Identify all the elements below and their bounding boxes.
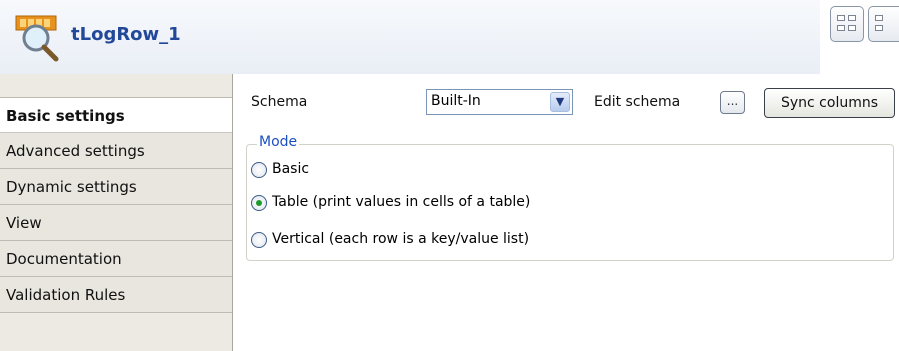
settings-sidebar: Basic settings Advanced settings Dynamic…	[0, 74, 233, 351]
radio-table[interactable]	[251, 195, 267, 211]
chevron-down-icon[interactable]: ▼	[550, 92, 570, 112]
sync-columns-button[interactable]: Sync columns	[764, 88, 895, 118]
tab-validation-rules[interactable]: Validation Rules	[0, 277, 232, 313]
edit-schema-label: Edit schema	[594, 94, 681, 110]
tab-advanced-settings[interactable]: Advanced settings	[0, 133, 232, 169]
radio-label-vertical: Vertical (each row is a key/value list)	[272, 231, 530, 247]
radio-vertical[interactable]	[251, 232, 267, 248]
component-header: tLogRow_1	[0, 0, 820, 74]
radio-label-table: Table (print values in cells of a table)	[272, 194, 531, 210]
view-layout-button-2[interactable]	[868, 6, 899, 42]
tab-dynamic-settings[interactable]: Dynamic settings	[0, 169, 232, 205]
tab-view[interactable]: View	[0, 205, 232, 241]
tab-documentation[interactable]: Documentation	[0, 241, 232, 277]
mode-legend: Mode	[257, 134, 300, 150]
edit-schema-button[interactable]: ...	[720, 91, 745, 114]
component-magnifier-icon	[15, 15, 59, 62]
schema-select[interactable]: Built-In ▼	[426, 89, 573, 115]
header-right-area	[820, 0, 899, 74]
schema-label: Schema	[251, 94, 308, 110]
view-layout-button[interactable]	[830, 6, 864, 42]
schema-select-value: Built-In	[431, 93, 481, 109]
radio-label-basic: Basic	[272, 161, 310, 177]
tab-basic-settings[interactable]: Basic settings	[0, 97, 232, 133]
radio-basic[interactable]	[251, 162, 267, 178]
component-title: tLogRow_1	[71, 24, 181, 45]
